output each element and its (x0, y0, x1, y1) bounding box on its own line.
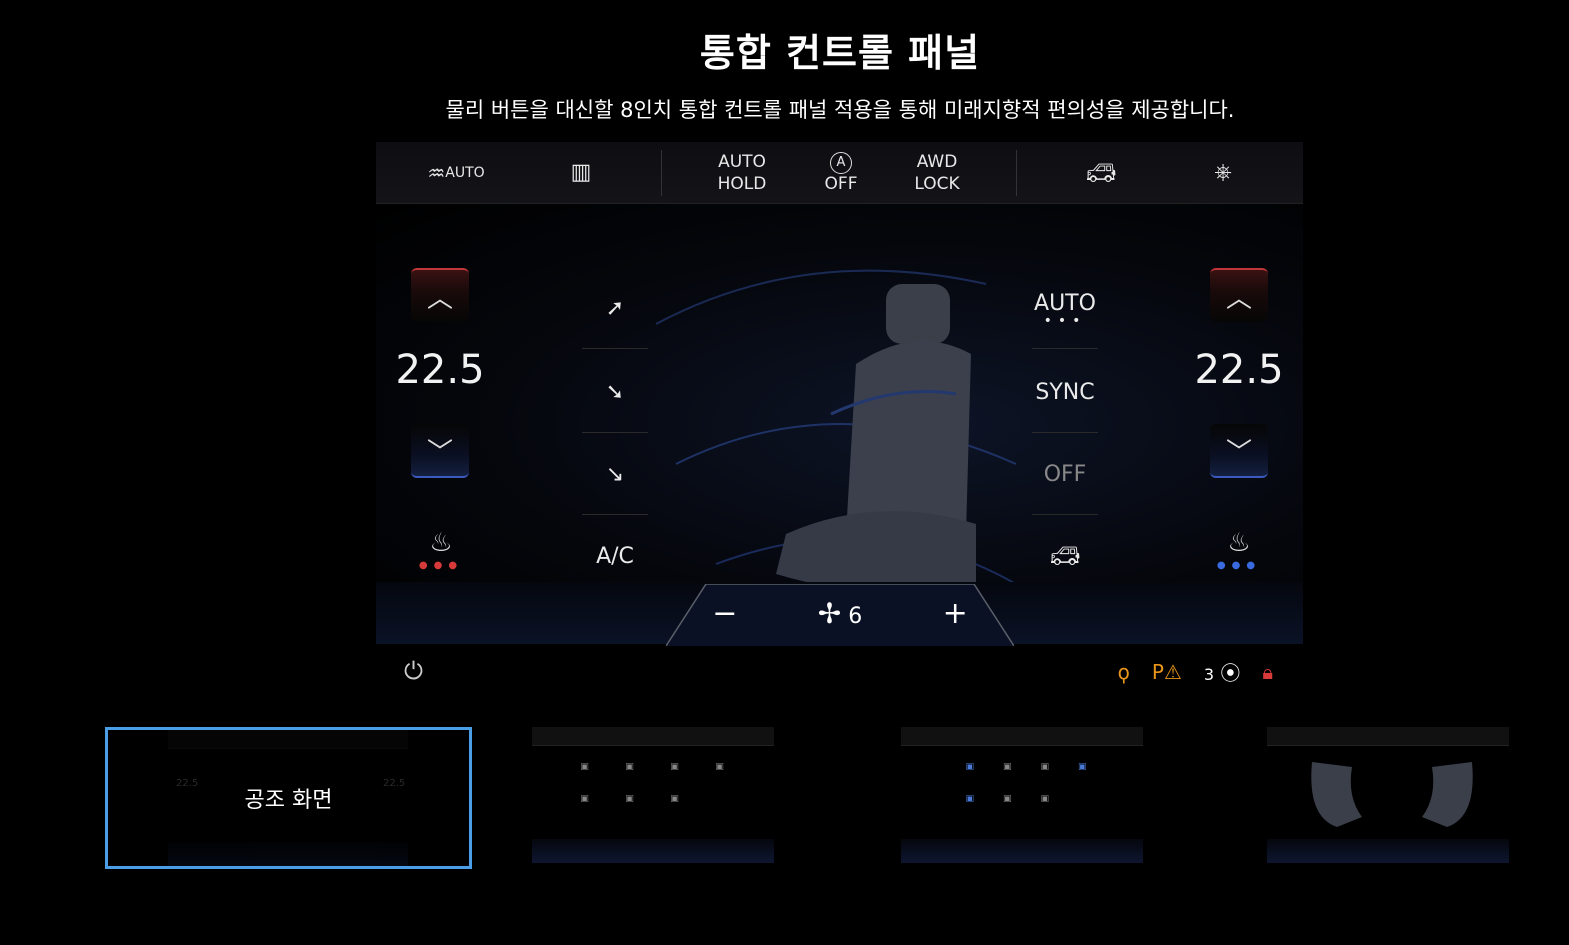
climate-off-button[interactable]: OFF (1032, 434, 1098, 515)
left-seat-level-dots: ●●● (418, 560, 464, 571)
front-defrost-icon: ♒ (427, 160, 446, 185)
mini-bottombar (532, 839, 774, 863)
mini-icon: ▣ (1040, 794, 1049, 804)
topbar-divider (1016, 150, 1017, 196)
awd-lock-button[interactable]: AWD LOCK (904, 142, 970, 203)
power-icon[interactable]: ⏻ (404, 657, 423, 685)
airflow-face-button[interactable]: ➚ (582, 268, 648, 349)
mini-icon: ▣ (965, 794, 974, 804)
auto-start-stop-off-button[interactable]: A OFF (816, 142, 866, 203)
mini-icon: ▣ (625, 762, 634, 772)
mini-icon: ▣ (1002, 794, 1012, 804)
mini-topbar (901, 727, 1143, 746)
mini-icon: ▣ (965, 762, 974, 772)
left-seat-heat-button[interactable]: ♨ ●●● (416, 528, 466, 588)
panel-topbar: ♒ AUTO ▥ AUTO HOLD A OFF AWD LOCK 🚙︎ ⎈ (376, 142, 1303, 204)
drive-mode-button[interactable]: 🚙︎ (1066, 142, 1136, 203)
car-recirculation-icon: 🚙︎ (1049, 542, 1081, 570)
fan-increase-button[interactable]: + (943, 596, 968, 631)
wireless-charging-icon: ϙ (1117, 659, 1130, 684)
seat-vent-icon: ♨ (1227, 528, 1251, 558)
airflow-face-feet-button[interactable]: ➘ (582, 352, 648, 433)
seat-heat-icon: ♨ (429, 528, 453, 558)
thumbnail-vehicle-settings[interactable]: ▣ ▣ ▣ ▣ ▣ ▣ ▣ (532, 727, 774, 863)
mini-icon: ▣ (715, 762, 724, 772)
control-panel: ♒ AUTO ▥ AUTO HOLD A OFF AWD LOCK 🚙︎ ⎈ ︿… (376, 142, 1303, 702)
mini-icon: ▣ (1002, 762, 1012, 772)
rear-defrost-button[interactable]: ▥ (556, 142, 606, 203)
mini-icon: ▣ (1040, 762, 1049, 772)
mini-bottombar (1267, 839, 1509, 863)
lane-count: 3 ⦿ (1203, 661, 1241, 685)
thumbnail-climate[interactable]: 22.5 22.5 공조 화면 (105, 727, 472, 869)
thumbnail-seat-climate[interactable] (1267, 727, 1509, 863)
left-temp-up-button[interactable]: ︿ (411, 268, 469, 322)
headlight-icon: ⦿ (1220, 661, 1241, 685)
mini-icon: ▣ (670, 794, 679, 804)
thumbnail-label: 공조 화면 (244, 788, 333, 813)
fan-speed-display: ✢ 6 (817, 596, 863, 630)
auto-hold-button[interactable]: AUTO HOLD (706, 142, 778, 203)
mini-bottombar (901, 839, 1143, 863)
mini-icon: ▣ (580, 762, 589, 772)
mini-topbar (1267, 727, 1509, 746)
left-temp-down-button[interactable]: ﹀ (411, 424, 469, 478)
topbar-divider (661, 150, 662, 196)
status-icons: ϙ P⚠ 3 ⦿ 🔒︎ (1118, 657, 1273, 686)
mini-icon: ▣ (1077, 762, 1087, 772)
steering-wheel-heat-icon: ⎈ (1214, 159, 1232, 185)
parking-sensor-warning-icon: P⚠ (1151, 659, 1182, 684)
auto-start-stop-icon: A (830, 151, 852, 174)
page-title: 통합 컨트롤 패널 (699, 31, 981, 75)
mini-icon: ▣ (580, 794, 589, 804)
fan-decrease-button[interactable]: − (712, 596, 737, 631)
mini-icon: ▣ (670, 762, 679, 772)
sync-button[interactable]: SYNC (1032, 352, 1098, 433)
page-subtitle: 물리 버튼을 대신할 8인치 통합 컨트롤 패널 적용을 통해 미래지향적 편의… (445, 98, 1235, 122)
car-icon: 🚙︎ (1085, 158, 1117, 187)
mini-seats-illustration (1311, 762, 1473, 827)
fan-icon: ✢ (817, 596, 842, 630)
airflow-feet-button[interactable]: ↘ (582, 434, 648, 515)
panel-statusbar: ⏻ ϙ P⚠ 3 ⦿ 🔒︎ (376, 647, 1303, 697)
mini-topbar (532, 727, 774, 746)
auto-climate-button[interactable]: AUTO ••• (1032, 268, 1098, 349)
steering-heat-button[interactable]: ⎈ (1198, 142, 1248, 203)
fan-control: − ✢ 6 + (672, 584, 1008, 642)
mini-icon-grid: ▣ ▣ ▣ ▣ ▣ ▣ ▣ (562, 762, 742, 804)
right-temp-up-button[interactable]: ︿ (1210, 268, 1268, 322)
auto-level-dots: ••• (1043, 312, 1087, 329)
left-temp-value: 22.5 (395, 347, 485, 393)
right-temp-value: 22.5 (1194, 347, 1284, 393)
right-seat-vent-button[interactable]: ♨ ●●● (1214, 528, 1264, 588)
thumbnail-drive-settings[interactable]: ▣ ▣ ▣ ▣ ▣ ▣ ▣ (901, 727, 1143, 863)
climate-main: ︿ 22.5 ﹀ ♨ ●●● ➚ ➘ ↘ A/C AUTO ••• SYNC O… (376, 204, 1303, 644)
right-seat-level-dots: ●●● (1216, 560, 1262, 571)
lock-icon: 🔒︎ (1262, 659, 1273, 684)
mini-icon: ▣ (625, 794, 634, 804)
rear-defrost-icon: ▥ (570, 159, 592, 185)
front-defrost-auto-button[interactable]: ♒ AUTO (416, 142, 496, 203)
right-temp-down-button[interactable]: ﹀ (1210, 424, 1268, 478)
mini-icon-grid: ▣ ▣ ▣ ▣ ▣ ▣ ▣ (951, 762, 1101, 804)
seat-illustration (656, 269, 1017, 592)
